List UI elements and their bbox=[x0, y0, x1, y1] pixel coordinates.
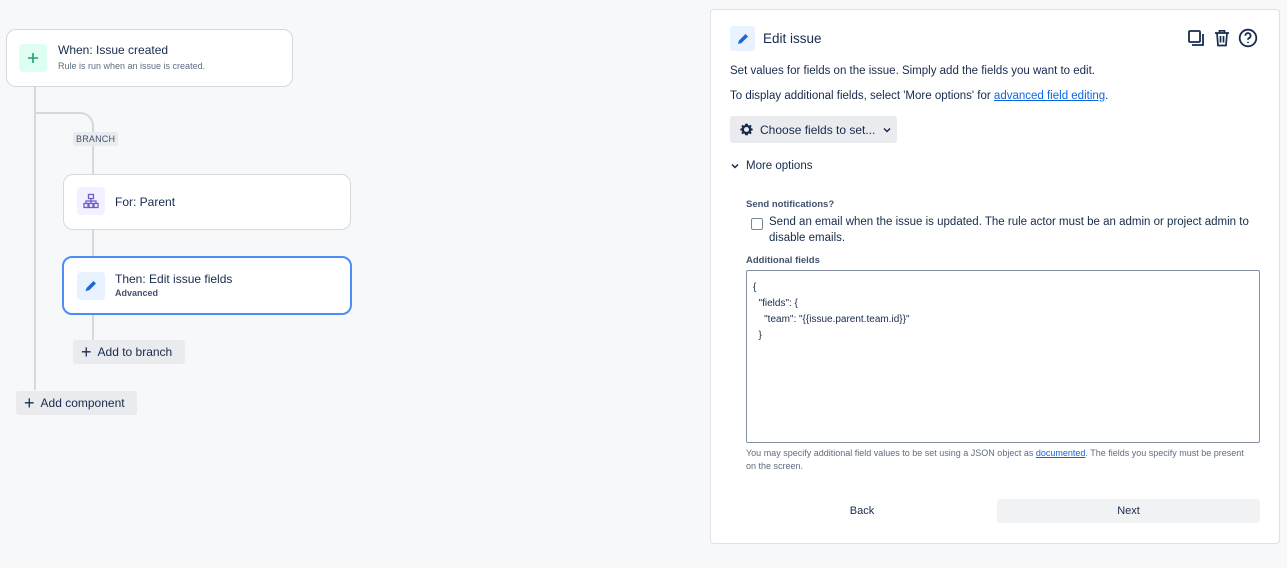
chevron-down-icon bbox=[731, 163, 739, 169]
edit-issue-panel: Edit issue Set values for fields on the … bbox=[710, 9, 1280, 544]
chevron-down-icon bbox=[883, 127, 891, 133]
trigger-title: When: Issue created bbox=[58, 43, 169, 57]
branch-connector-line-1 bbox=[92, 146, 94, 176]
branch-tag: BRANCH bbox=[73, 132, 119, 146]
additional-fields-help: You may specify additional field values … bbox=[746, 447, 1246, 473]
choose-fields-button[interactable]: Choose fields to set... bbox=[730, 116, 897, 143]
trigger-node[interactable]: When: Issue created Rule is run when an … bbox=[6, 29, 293, 87]
advanced-hint-suffix: . bbox=[1105, 90, 1109, 102]
action-node-title: Then: Edit issue fields bbox=[115, 272, 233, 286]
send-notifications-label: Send notifications? bbox=[746, 199, 835, 210]
choose-fields-label: Choose fields to set... bbox=[760, 122, 876, 137]
hierarchy-icon bbox=[77, 187, 105, 215]
add-component-label: Add component bbox=[40, 396, 125, 410]
branch-connector-line-2 bbox=[92, 229, 94, 257]
plus-icon bbox=[19, 44, 47, 72]
help-icon[interactable] bbox=[1237, 27, 1259, 49]
pencil-icon bbox=[77, 272, 105, 300]
branch-node[interactable]: For: Parent bbox=[63, 174, 351, 230]
action-node-subtitle: Advanced bbox=[115, 288, 159, 298]
more-options-toggle[interactable]: More options bbox=[730, 160, 812, 172]
panel-title: Edit issue bbox=[763, 31, 822, 46]
additional-fields-textarea[interactable]: { "fields": { "team": "{{issue.parent.te… bbox=[746, 270, 1260, 443]
additional-fields-label: Additional fields bbox=[746, 255, 820, 266]
branch-connector-line-3 bbox=[92, 313, 94, 340]
branch-connector-curve bbox=[35, 112, 94, 134]
next-button[interactable]: Next bbox=[997, 499, 1260, 523]
back-button[interactable]: Back bbox=[730, 499, 994, 523]
add-component-button[interactable]: + Add component bbox=[16, 391, 137, 415]
action-node[interactable]: Then: Edit issue fields Advanced bbox=[62, 256, 352, 315]
more-options-label: More options bbox=[746, 160, 813, 172]
advanced-hint-prefix: To display additional fields, select 'Mo… bbox=[730, 90, 994, 102]
documented-link[interactable]: documented bbox=[1036, 448, 1086, 458]
add-to-branch-button[interactable]: + Add to branch bbox=[73, 340, 185, 364]
send-email-text: Send an email when the issue is updated.… bbox=[769, 216, 1249, 244]
branch-node-title: For: Parent bbox=[115, 195, 176, 209]
panel-description: Set values for fields on the issue. Simp… bbox=[730, 65, 1096, 77]
pencil-icon bbox=[730, 26, 755, 51]
trigger-subtitle: Rule is run when an issue is created. bbox=[58, 61, 206, 71]
plus-icon: + bbox=[24, 393, 35, 413]
advanced-field-hint: To display additional fields, select 'Mo… bbox=[730, 90, 1108, 102]
plus-icon: + bbox=[81, 342, 92, 362]
send-email-checkbox[interactable] bbox=[751, 218, 763, 230]
add-to-branch-label: Add to branch bbox=[97, 345, 173, 359]
gear-icon bbox=[740, 123, 753, 136]
trash-icon[interactable] bbox=[1211, 27, 1233, 49]
advanced-field-editing-link[interactable]: advanced field editing bbox=[994, 90, 1105, 102]
duplicate-icon[interactable] bbox=[1185, 27, 1207, 49]
help-prefix: You may specify additional field values … bbox=[746, 448, 1036, 458]
